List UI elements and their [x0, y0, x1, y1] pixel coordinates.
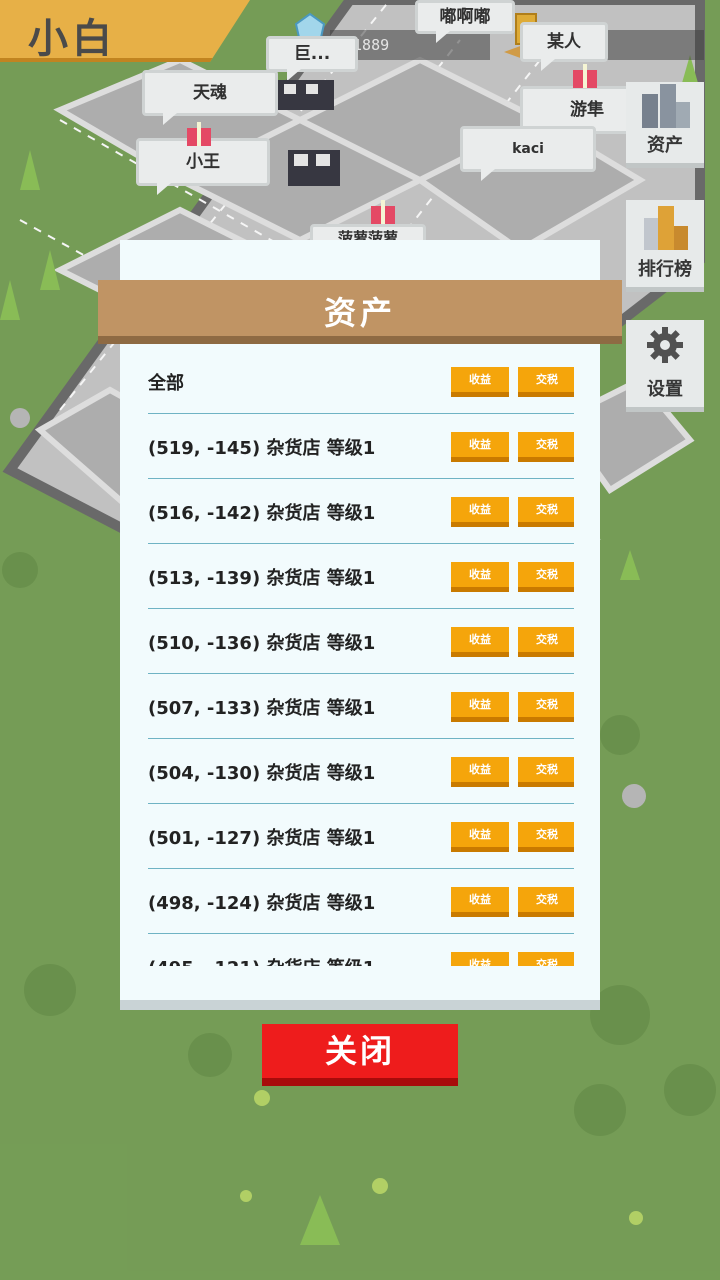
income-button[interactable]: 收益 [451, 432, 509, 462]
row-divider [148, 543, 574, 544]
income-button[interactable]: 收益 [451, 757, 509, 787]
row-divider [148, 673, 574, 674]
tax-button[interactable]: 交税 [518, 497, 574, 527]
list-item-all: 全部 收益 交税 [148, 350, 574, 414]
assets-list[interactable]: 全部 收益 交税 (519, -145) 杂货店 等级1 收益 交税 (516,… [148, 350, 574, 966]
asset-label: (516, -142) 杂货店 等级1 [148, 503, 376, 524]
asset-label: (495, -121) 杂货店 等级1 [148, 954, 375, 966]
all-label: 全部 [148, 373, 184, 394]
close-button-label: 关闭 [324, 1032, 395, 1070]
income-button[interactable]: 收益 [451, 952, 509, 966]
asset-label: (519, -145) 杂货店 等级1 [148, 438, 376, 459]
list-item: (501, -127) 杂货店 等级1 收益 交税 [148, 805, 574, 869]
list-item: (519, -145) 杂货店 等级1 收益 交税 [148, 415, 574, 479]
assets-dialog-title: 资产 [323, 294, 396, 332]
row-divider [148, 608, 574, 609]
income-button[interactable]: 收益 [451, 887, 509, 917]
asset-label: (501, -127) 杂货店 等级1 [148, 828, 376, 849]
income-button[interactable]: 收益 [451, 562, 509, 592]
tax-button[interactable]: 交税 [518, 822, 574, 852]
list-item: (504, -130) 杂货店 等级1 收益 交税 [148, 740, 574, 804]
row-divider [148, 868, 574, 869]
asset-label: (510, -136) 杂货店 等级1 [148, 633, 376, 654]
list-item: (498, -124) 杂货店 等级1 收益 交税 [148, 870, 574, 934]
tax-button[interactable]: 交税 [518, 562, 574, 592]
income-button[interactable]: 收益 [451, 367, 509, 397]
assets-dialog-header: 资产 [98, 280, 622, 344]
income-button[interactable]: 收益 [451, 822, 509, 852]
list-item: (510, -136) 杂货店 等级1 收益 交税 [148, 610, 574, 674]
tax-button[interactable]: 交税 [518, 887, 574, 917]
income-button[interactable]: 收益 [451, 692, 509, 722]
asset-label: (498, -124) 杂货店 等级1 [148, 893, 376, 914]
asset-label: (507, -133) 杂货店 等级1 [148, 698, 376, 719]
tax-button[interactable]: 交税 [518, 627, 574, 657]
tax-button[interactable]: 交税 [518, 952, 574, 966]
row-divider [148, 933, 574, 934]
tax-button[interactable]: 交税 [518, 757, 574, 787]
income-button[interactable]: 收益 [451, 627, 509, 657]
asset-label: (513, -139) 杂货店 等级1 [148, 568, 376, 589]
list-item: (495, -121) 杂货店 等级1 收益 交税 [148, 935, 574, 966]
asset-label: (504, -130) 杂货店 等级1 [148, 763, 376, 784]
tax-button[interactable]: 交税 [518, 367, 574, 397]
list-item: (513, -139) 杂货店 等级1 收益 交税 [148, 545, 574, 609]
row-divider [148, 478, 574, 479]
row-divider [148, 738, 574, 739]
close-button[interactable]: 关闭 [262, 1024, 458, 1086]
income-button[interactable]: 收益 [451, 497, 509, 527]
tax-button[interactable]: 交税 [518, 432, 574, 462]
list-item: (507, -133) 杂货店 等级1 收益 交税 [148, 675, 574, 739]
list-item: (516, -142) 杂货店 等级1 收益 交税 [148, 480, 574, 544]
row-divider [148, 803, 574, 804]
row-divider [148, 413, 574, 414]
tax-button[interactable]: 交税 [518, 692, 574, 722]
